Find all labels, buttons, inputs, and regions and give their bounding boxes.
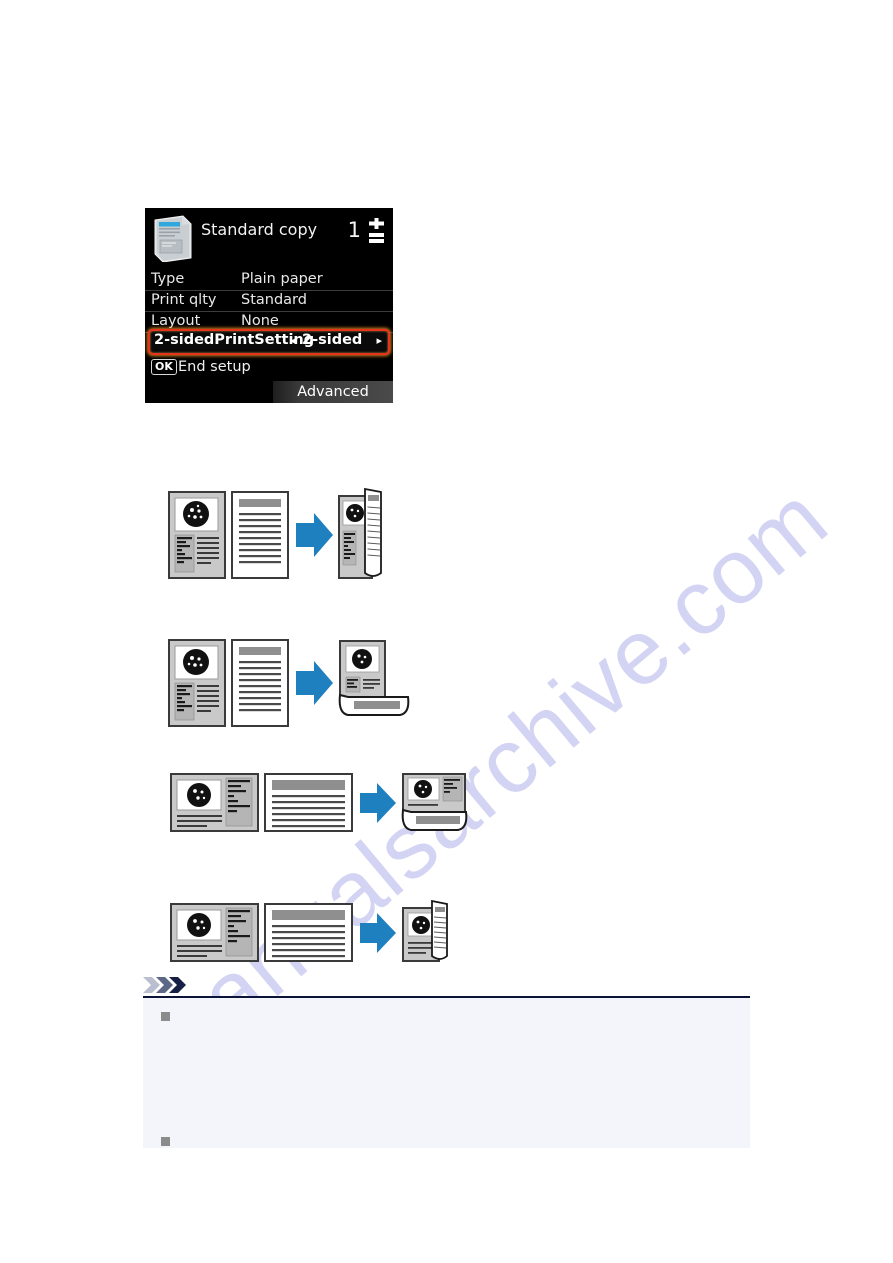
result-duplex-sheet	[338, 640, 410, 716]
right-arrow-icon	[296, 513, 333, 557]
ok-button-badge[interactable]: OK	[151, 359, 177, 376]
lcd-row-value: 2-sided	[302, 332, 363, 348]
triple-chevron-icon	[143, 977, 186, 993]
lcd-row-print-quality[interactable]: Print qlty Standard	[145, 291, 393, 312]
diagram-portrait-long-edge	[168, 487, 382, 579]
lcd-title: Standard copy	[201, 220, 318, 239]
source-page-text	[231, 491, 289, 579]
printer-lcd-screen: Standard copy 1 Type Plain paper Print q…	[145, 208, 393, 403]
left-arrow-icon[interactable]: ◂	[290, 334, 296, 347]
right-arrow-icon	[296, 661, 333, 705]
end-setup-label: End setup	[178, 359, 251, 375]
diagram-landscape-short-edge	[170, 773, 468, 832]
lcd-row-type[interactable]: Type Plain paper	[145, 270, 393, 291]
source-page-text	[264, 903, 353, 962]
lcd-row-2sided-print-setting-selected[interactable]: 2-sidedPrintSetting ◂ 2-sided ▸	[148, 329, 390, 355]
lcd-setting-list: Type Plain paper Print qlty Standard Lay…	[145, 270, 393, 333]
lcd-row-value: Plain paper	[241, 271, 323, 287]
lcd-row-label: Print qlty	[151, 292, 217, 308]
advanced-button[interactable]: Advanced	[273, 381, 393, 403]
source-page-text	[264, 773, 353, 832]
lcd-row-value: None	[241, 313, 279, 329]
right-arrow-icon	[360, 913, 396, 953]
document-thumbnail-icon	[154, 215, 192, 262]
plus-minus-stepper-icon[interactable]	[368, 218, 385, 244]
source-page-photo	[168, 491, 226, 579]
note-divider	[143, 996, 750, 998]
result-duplex-sheet	[402, 900, 448, 962]
source-page-photo	[168, 639, 226, 727]
copies-count: 1	[347, 218, 361, 242]
lcd-row-label: Layout	[151, 313, 201, 329]
square-bullet-icon	[161, 1137, 170, 1146]
square-bullet-icon	[161, 1012, 170, 1021]
lcd-row-value: Standard	[241, 292, 307, 308]
diagram-landscape-long-edge	[170, 900, 448, 962]
source-page-photo	[170, 903, 259, 962]
result-duplex-sheet	[401, 773, 468, 831]
lcd-footer: OK End setup Advanced	[145, 355, 393, 403]
lcd-header: Standard copy 1	[145, 208, 393, 270]
source-page-photo	[170, 773, 259, 832]
right-arrow-icon	[360, 783, 396, 823]
note-panel	[143, 998, 750, 1148]
right-arrow-icon[interactable]: ▸	[376, 334, 382, 347]
source-page-text	[231, 639, 289, 727]
result-duplex-sheet	[338, 487, 382, 579]
diagram-portrait-short-edge	[168, 639, 410, 727]
lcd-row-label: Type	[151, 271, 185, 287]
